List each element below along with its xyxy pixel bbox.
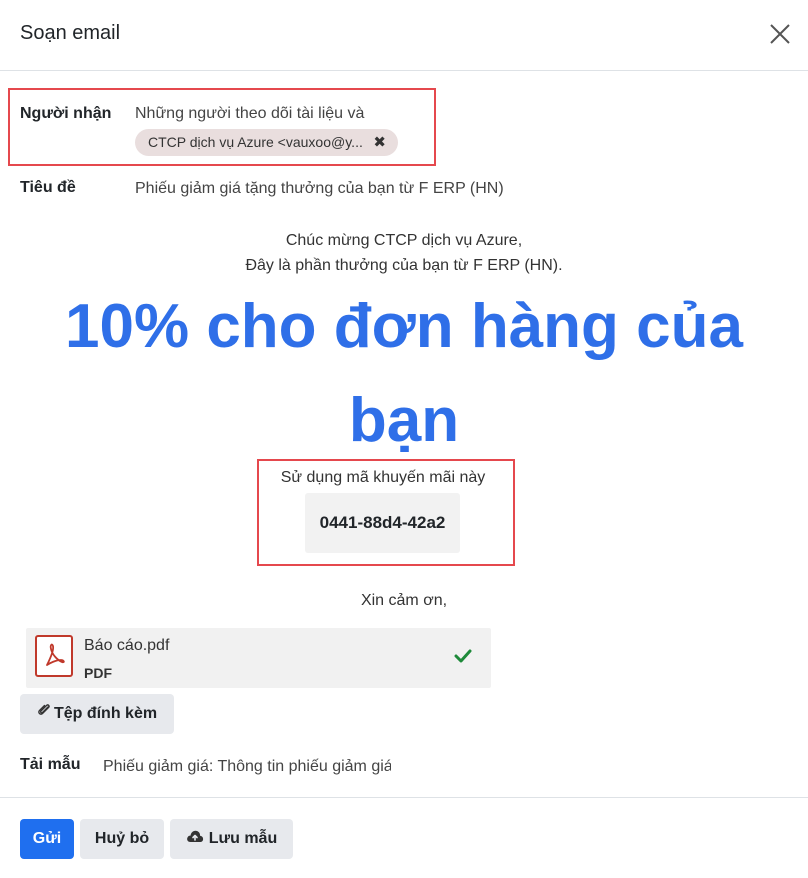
recipient-tag-label: CTCP dịch vụ Azure <vauxoo@y... — [148, 134, 363, 150]
recipients-text: Những người theo dõi tài liệu và — [135, 105, 365, 122]
attachment-type: PDF — [84, 665, 112, 681]
x-icon[interactable]: ✖ — [373, 129, 386, 156]
footer-divider — [0, 797, 808, 798]
cancel-button[interactable]: Huỷ bỏ — [80, 819, 164, 859]
attachment-name: Báo cáo.pdf — [84, 637, 170, 654]
attach-file-button[interactable]: Tệp đính kèm — [20, 694, 174, 734]
dialog-header: Soạn email — [0, 0, 808, 71]
save-template-label: Lưu mẫu — [208, 830, 278, 848]
send-button[interactable]: Gửi — [20, 819, 74, 859]
recipient-tag[interactable]: CTCP dịch vụ Azure <vauxoo@y... ✖ — [135, 129, 398, 156]
cloud-upload-icon — [186, 819, 204, 859]
subject-input[interactable]: Phiếu giảm giá tặng thưởng của bạn từ F … — [135, 180, 504, 198]
subject-label: Tiêu đề — [20, 179, 76, 196]
greeting-line-2: Đây là phần thưởng của bạn từ F ERP (HN)… — [245, 257, 563, 274]
recipients-label: Người nhận — [20, 105, 112, 122]
pdf-icon — [35, 635, 73, 677]
promo-code: 0441-88d4-42a2 — [305, 493, 460, 553]
headline-line-2: bạn — [348, 386, 460, 455]
paperclip-icon — [37, 694, 51, 734]
template-select[interactable]: Phiếu giảm giá: Thông tin phiếu giảm giá — [103, 758, 391, 776]
check-icon — [454, 648, 472, 664]
dialog-title: Soạn email — [20, 22, 121, 44]
attach-file-label: Tệp đính kèm — [53, 705, 158, 723]
greeting-line-1: Chúc mừng CTCP dịch vụ Azure, — [285, 232, 523, 249]
headline-line-1: 10% cho đơn hàng của — [65, 292, 743, 361]
template-label: Tải mẫu — [20, 756, 81, 773]
thanks-text: Xin cảm ơn, — [360, 592, 448, 609]
close-icon[interactable] — [768, 22, 792, 46]
save-template-button[interactable]: Lưu mẫu — [170, 819, 293, 859]
attachment-item[interactable]: Báo cáo.pdf PDF — [26, 628, 491, 688]
compose-email-dialog: Soạn email Người nhận Những người theo d… — [0, 0, 808, 878]
promo-label: Sử dụng mã khuyến mãi này — [280, 469, 486, 486]
